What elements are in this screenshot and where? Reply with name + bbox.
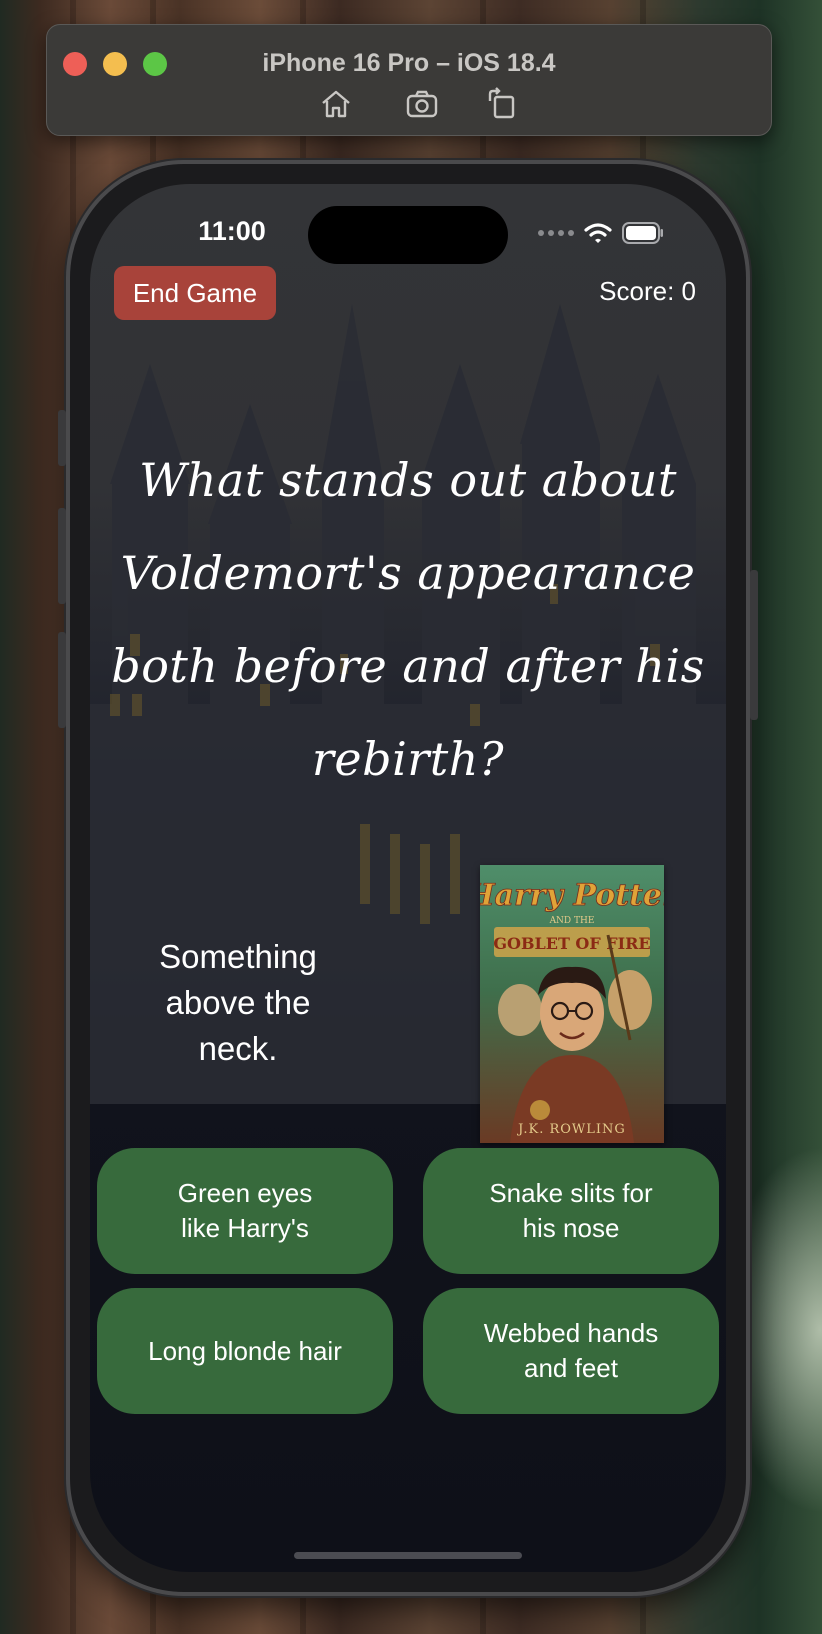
end-game-button[interactable]: End Game — [114, 266, 276, 320]
screenshot-icon[interactable] — [403, 85, 441, 123]
action-button — [58, 410, 66, 466]
volume-down-button — [58, 632, 66, 728]
battery-icon — [622, 222, 663, 244]
home-icon[interactable] — [317, 85, 355, 123]
dynamic-island — [308, 206, 508, 264]
answer-option-3[interactable]: Long blonde hair — [97, 1288, 393, 1414]
rotate-icon[interactable] — [483, 85, 521, 123]
cover-author: J.K. ROWLING — [516, 1122, 626, 1137]
score-label: Score: 0 — [599, 276, 696, 306]
simulator-title: iPhone 16 Pro – iOS 18.4 — [262, 49, 556, 77]
cover-title: Harry Potter — [480, 878, 664, 913]
volume-up-button — [58, 508, 66, 604]
status-time: 11:00 — [198, 216, 266, 246]
question-text: What stands out about Voldemort's appear… — [111, 453, 705, 786]
wifi-icon — [584, 223, 612, 243]
cover-subtitle-connector: AND THE — [549, 916, 595, 926]
home-indicator[interactable] — [294, 1552, 522, 1559]
cellular-signal-icon — [538, 230, 574, 236]
answer-option-2[interactable]: Snake slits for his nose — [423, 1148, 719, 1274]
hint-text: Something above the neck. — [159, 938, 317, 1067]
phone-screen: 11:00 End Game Score: 0 What stands out … — [90, 184, 726, 1572]
answer-option-1[interactable]: Green eyes like Harry's — [97, 1148, 393, 1274]
book-cover-image: Harry Potter AND THE GOBLET OF FIRE J.K.… — [480, 865, 664, 1143]
simulator-titlebar: iPhone 16 Pro – iOS 18.4 — [46, 24, 772, 136]
answer-option-4[interactable]: Webbed hands and feet — [423, 1288, 719, 1414]
power-button — [750, 570, 758, 720]
status-icons — [538, 222, 664, 244]
cover-subtitle: GOBLET OF FIRE — [493, 934, 650, 953]
